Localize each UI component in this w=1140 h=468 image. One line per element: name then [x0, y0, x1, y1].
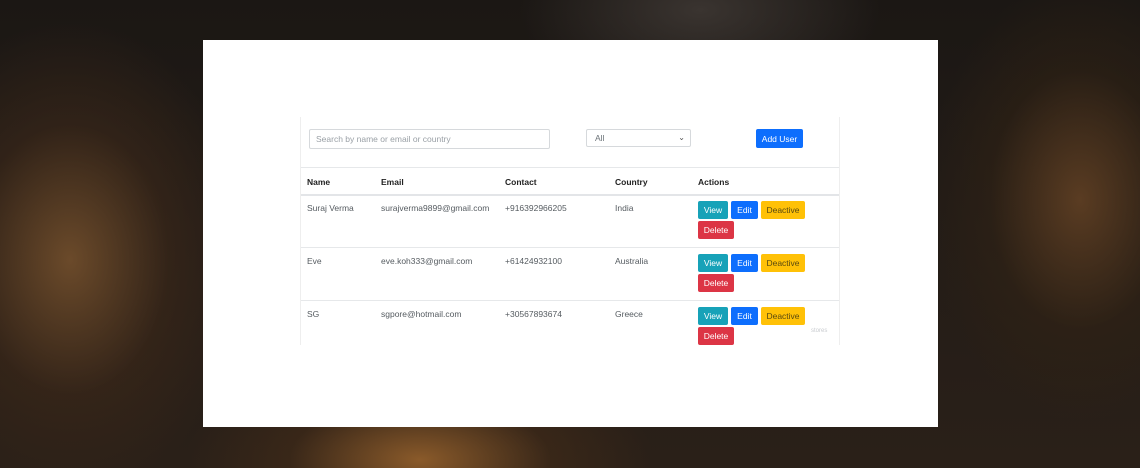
cell-contact: +916392966205 — [505, 203, 567, 213]
content-card: All ⌄ Add User Name Email Contact Countr… — [203, 40, 938, 427]
edit-button[interactable]: Edit — [731, 307, 758, 325]
deactive-button[interactable]: Deactive — [761, 254, 805, 272]
users-panel: All ⌄ Add User Name Email Contact Countr… — [300, 117, 840, 345]
watermark-text: stores — [811, 328, 828, 334]
cell-contact: +61424932100 — [505, 256, 562, 266]
add-user-button[interactable]: Add User — [756, 129, 803, 148]
cell-email: surajverma9899@gmail.com — [381, 203, 490, 213]
header-contact: Contact — [505, 177, 537, 187]
delete-button[interactable]: Delete — [698, 327, 734, 345]
cell-country: India — [615, 203, 634, 213]
deactive-button[interactable]: Deactive — [761, 201, 805, 219]
cell-email: sgpore@hotmail.com — [381, 309, 462, 319]
view-button[interactable]: View — [698, 201, 728, 219]
cell-name: Suraj Verma — [307, 203, 354, 213]
header-country: Country — [615, 177, 648, 187]
cell-email: eve.koh333@gmail.com — [381, 256, 473, 266]
cell-name: Eve — [307, 256, 322, 266]
search-input[interactable] — [309, 129, 550, 149]
edit-button[interactable]: Edit — [731, 254, 758, 272]
header-actions: Actions — [698, 177, 730, 187]
deactive-button[interactable]: Deactive — [761, 307, 805, 325]
table-header: Name Email Contact Country Actions — [301, 167, 839, 196]
table-row: Eve eve.koh333@gmail.com +61424932100 Au… — [301, 248, 839, 301]
view-button[interactable]: View — [698, 254, 728, 272]
view-button[interactable]: View — [698, 307, 728, 325]
country-filter-select[interactable]: All ⌄ — [586, 129, 691, 147]
table-row: Suraj Verma surajverma9899@gmail.com +91… — [301, 195, 839, 248]
header-email: Email — [381, 177, 404, 187]
cell-contact: +30567893674 — [505, 309, 562, 319]
delete-button[interactable]: Delete — [698, 274, 734, 292]
delete-button[interactable]: Delete — [698, 221, 734, 239]
cell-name: SG — [307, 309, 320, 319]
edit-button[interactable]: Edit — [731, 201, 758, 219]
cell-country: Greece — [615, 309, 643, 319]
chevron-down-icon: ⌄ — [678, 133, 685, 142]
header-name: Name — [307, 177, 331, 187]
filter-selected-value: All — [595, 133, 605, 143]
cell-country: Australia — [615, 256, 649, 266]
table-row: SG sgpore@hotmail.com +30567893674 Greec… — [301, 301, 839, 345]
